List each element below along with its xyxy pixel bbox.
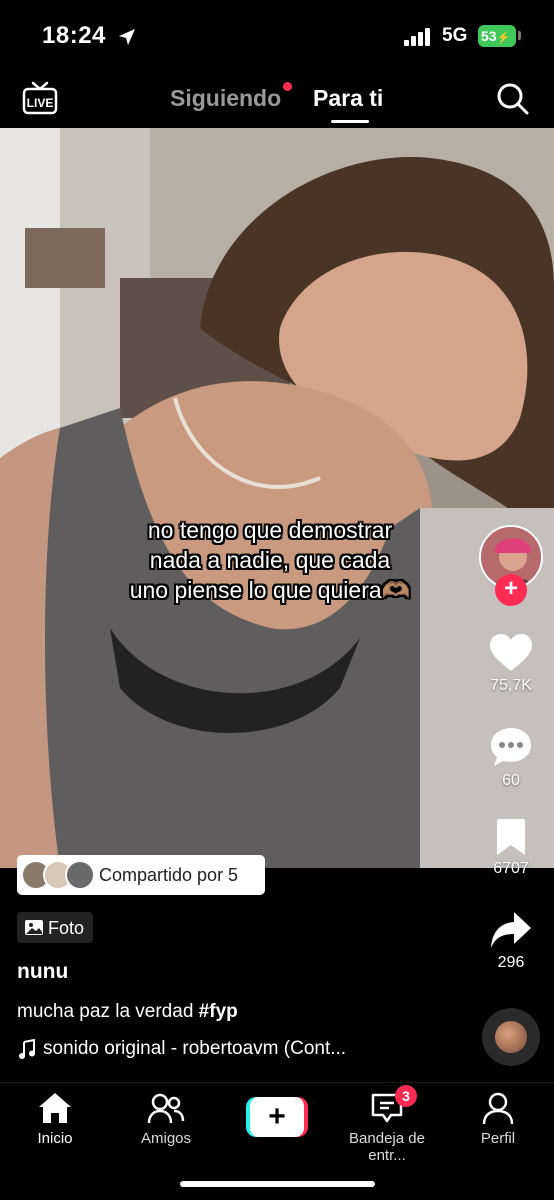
- heart-icon: [490, 634, 532, 671]
- plus-icon: +: [250, 1097, 304, 1137]
- tab-for-you[interactable]: Para ti: [313, 85, 383, 112]
- follow-button[interactable]: +: [495, 574, 527, 606]
- shared-by-pill[interactable]: Compartido por 5: [17, 855, 265, 895]
- nav-inbox[interactable]: Bandeja de entr...: [332, 1091, 442, 1164]
- battery-level: 53: [481, 28, 497, 44]
- cellular-signal-icon: [404, 28, 430, 46]
- nav-label: Inicio: [37, 1130, 73, 1147]
- status-time: 18:24: [42, 22, 106, 49]
- nav-label: Bandeja de entr...: [349, 1130, 425, 1164]
- sound-disc-cover: [495, 1021, 527, 1053]
- like-count: 75,7K: [490, 677, 532, 694]
- comment-button[interactable]: 60: [478, 726, 544, 790]
- creator-username[interactable]: nunu: [17, 960, 68, 984]
- nav-label: Perfil: [480, 1130, 516, 1147]
- comment-count: 60: [502, 772, 520, 789]
- live-label: LIVE: [27, 96, 54, 110]
- overlay-line: nada a nadie, que cada: [149, 547, 391, 573]
- following-notification-dot: [283, 82, 292, 91]
- overlay-line: no tengo que demostrar: [147, 517, 393, 543]
- post-description: mucha paz la verdad #fyp: [17, 1001, 238, 1023]
- music-note-icon: [19, 1039, 35, 1059]
- home-icon: [39, 1093, 71, 1123]
- location-arrow-icon: [119, 29, 135, 45]
- overlay-caption: no tengo que demostrar nada a nadie, que…: [60, 515, 480, 605]
- save-button[interactable]: 6707: [478, 818, 544, 878]
- photo-illustration: [0, 128, 554, 868]
- share-button[interactable]: 296: [478, 910, 544, 972]
- image-icon: [25, 920, 43, 935]
- shared-by-label: Compartido por 5: [99, 865, 239, 885]
- home-indicator[interactable]: [180, 1181, 375, 1187]
- active-tab-indicator: [331, 120, 369, 123]
- sharer-avatar: [65, 860, 95, 890]
- bookmark-icon: [497, 819, 525, 855]
- media-type-label: Foto: [48, 918, 85, 938]
- overlay-line: uno piense lo que quiera🫶🏽: [129, 577, 411, 603]
- share-arrow-icon: [491, 912, 531, 948]
- media-type-badge: Foto: [17, 912, 93, 943]
- tab-following[interactable]: Siguiendo: [170, 85, 281, 112]
- battery-indicator: 53⚡: [478, 25, 516, 47]
- inbox-badge: 3: [395, 1085, 417, 1107]
- battery-tip: [518, 31, 521, 40]
- search-icon[interactable]: [496, 82, 530, 116]
- nav-home[interactable]: Inicio: [0, 1091, 110, 1147]
- sound-name[interactable]: sonido original - robertoavm (Cont...: [43, 1038, 346, 1060]
- post-photo[interactable]: [0, 128, 554, 868]
- network-type: 5G: [442, 25, 468, 46]
- hashtag-link[interactable]: #fyp: [199, 1001, 238, 1022]
- description-text: mucha paz la verdad: [17, 1001, 194, 1022]
- live-icon[interactable]: LIVE: [22, 80, 58, 116]
- nav-label: Amigos: [140, 1130, 192, 1147]
- profile-icon: [482, 1092, 514, 1125]
- sound-disc[interactable]: [482, 1008, 540, 1066]
- like-button[interactable]: 75,7K: [478, 633, 544, 695]
- nav-friends[interactable]: Amigos: [111, 1091, 221, 1147]
- status-bar: 18:24 5G 53⚡: [0, 0, 554, 72]
- nav-profile[interactable]: Perfil: [443, 1091, 553, 1147]
- comment-icon: [491, 728, 531, 766]
- friends-icon: [147, 1093, 185, 1124]
- share-count: 296: [497, 954, 525, 971]
- create-button[interactable]: +: [246, 1097, 308, 1137]
- save-count: 6707: [493, 860, 529, 877]
